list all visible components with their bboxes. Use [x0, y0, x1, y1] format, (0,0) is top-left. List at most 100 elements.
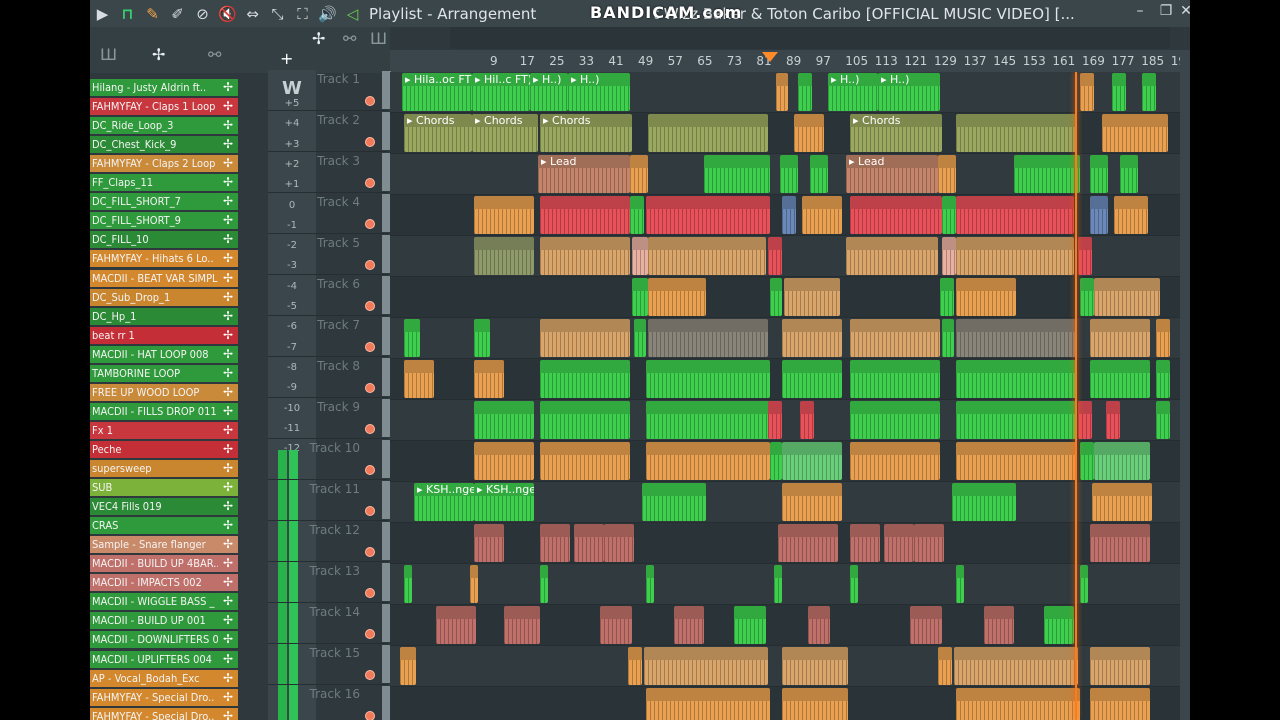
- channel-label[interactable]: DC_Ride_Loop_3: [90, 117, 218, 135]
- track-record-dot[interactable]: [365, 424, 375, 434]
- channel-wave-icon[interactable]: ✢: [218, 231, 238, 249]
- channel-wave-icon[interactable]: ✢: [218, 479, 238, 497]
- channel-row[interactable]: DC_FILL_SHORT_9 ✢: [90, 212, 242, 230]
- playlist-row[interactable]: [390, 646, 1180, 687]
- playlist-clip[interactable]: ▸ Lead: [538, 155, 630, 193]
- playlist-clip[interactable]: [540, 360, 630, 398]
- playlist-clip[interactable]: [704, 155, 770, 193]
- channel-row[interactable]: MACDII - BUILD UP 001 ✢: [90, 612, 242, 630]
- track-record-dot[interactable]: [365, 178, 375, 188]
- wave-icon-2[interactable]: ✢: [312, 29, 325, 48]
- channel-row[interactable]: MACDII - IMPACTS 002 ✢: [90, 574, 242, 592]
- playlist-clip[interactable]: [774, 565, 782, 603]
- playlist-clip[interactable]: [784, 278, 840, 316]
- channel-row[interactable]: FAHMYFAY - Hihats 6 Lo.. ✢: [90, 250, 242, 268]
- track-header[interactable]: Track 16: [268, 685, 391, 720]
- playlist-row[interactable]: ▸ KSH..nge ▸ KSH..nge: [390, 482, 1180, 523]
- playlist-clip[interactable]: [1044, 606, 1074, 644]
- track-record-dot[interactable]: [365, 629, 375, 639]
- playlist-clip[interactable]: [782, 196, 796, 234]
- channel-row[interactable]: DC_Ride_Loop_3 ✢: [90, 117, 242, 135]
- playlist-clip[interactable]: [798, 73, 812, 111]
- channel-label[interactable]: FF_Claps_11: [90, 174, 218, 192]
- playlist-clip[interactable]: [474, 442, 534, 480]
- paint-icon[interactable]: ✐: [165, 0, 190, 27]
- playlist-clip[interactable]: [474, 524, 504, 562]
- channel-label[interactable]: FREE UP WOOD LOOP: [90, 383, 218, 401]
- playlist-clip[interactable]: [884, 524, 914, 562]
- playlist-clip[interactable]: [1080, 442, 1094, 480]
- channel-label[interactable]: supersweep: [90, 460, 218, 477]
- channel-row[interactable]: FAHMYFAY - Claps 1 Loop ✢: [90, 98, 242, 116]
- channel-label[interactable]: MACDII - BEAT VAR SIMPL..: [90, 269, 218, 287]
- zoom-icon[interactable]: ⛶: [290, 0, 315, 27]
- playhead-marker[interactable]: [762, 52, 778, 62]
- channel-label[interactable]: DC_FILL_SHORT_7: [90, 193, 218, 211]
- playlist-clip[interactable]: [474, 196, 534, 234]
- playlist-clip[interactable]: [942, 319, 954, 357]
- grid-icon-2[interactable]: Ш: [370, 29, 387, 48]
- playlist-clip[interactable]: [474, 237, 534, 275]
- track-header[interactable]: Track 2: [268, 111, 391, 152]
- playlist-clip[interactable]: [952, 483, 1016, 521]
- playlist-clip[interactable]: [956, 688, 1080, 720]
- channel-wave-icon[interactable]: ✢: [218, 669, 238, 687]
- channel-row[interactable]: DC_Chest_Kick_9 ✢: [90, 136, 242, 154]
- channel-wave-icon[interactable]: ✢: [218, 440, 238, 458]
- playlist-row[interactable]: [390, 236, 1180, 277]
- playlist-clip[interactable]: [642, 483, 706, 521]
- playlist-clip[interactable]: [1078, 237, 1092, 275]
- playlist-clip[interactable]: [794, 114, 824, 152]
- track-header[interactable]: Track 1: [268, 70, 391, 111]
- playlist-clip[interactable]: [800, 401, 814, 439]
- playlist-clip[interactable]: [470, 565, 478, 603]
- channel-wave-icon[interactable]: ✢: [218, 98, 238, 116]
- playlist-clip[interactable]: [782, 360, 842, 398]
- playlist-clip[interactable]: [646, 565, 654, 603]
- playlist-clip[interactable]: [634, 319, 646, 357]
- playlist-clip[interactable]: ▸ H..): [878, 73, 940, 111]
- playlist-clip[interactable]: [850, 360, 940, 398]
- playlist-clip[interactable]: [1014, 155, 1080, 193]
- channel-row[interactable]: MACDII - DOWNLIFTERS 0.. ✢: [90, 631, 242, 649]
- playlist-clip[interactable]: [648, 319, 768, 357]
- playlist-clip[interactable]: [850, 524, 880, 562]
- channel-wave-icon[interactable]: ✢: [218, 707, 238, 720]
- playlist-clip[interactable]: [942, 196, 956, 234]
- channel-row[interactable]: SUB ✢: [90, 479, 242, 497]
- delete-icon[interactable]: ⊘: [190, 0, 215, 27]
- channel-wave-icon[interactable]: ✢: [218, 117, 238, 135]
- channel-row[interactable]: FF_Claps_11 ✢: [90, 174, 242, 192]
- playlist-clip[interactable]: [956, 319, 1076, 357]
- playlist-clip[interactable]: [646, 401, 770, 439]
- playlist-clip[interactable]: [574, 524, 604, 562]
- playlist-clip[interactable]: [1114, 196, 1148, 234]
- playlist-clip[interactable]: [540, 237, 630, 275]
- playlist-clip[interactable]: [734, 606, 766, 644]
- playlist-clip[interactable]: [956, 278, 1016, 316]
- track-header[interactable]: Track 8: [268, 357, 391, 398]
- playlist-clip[interactable]: [1142, 73, 1156, 111]
- channel-label[interactable]: beat rr 1: [90, 326, 218, 344]
- channel-wave-icon[interactable]: ✢: [218, 650, 238, 668]
- playlist-row[interactable]: [390, 318, 1180, 359]
- playlist-row[interactable]: [390, 441, 1180, 482]
- track-record-dot[interactable]: [365, 342, 375, 352]
- channel-wave-icon[interactable]: ✢: [218, 345, 238, 363]
- playlist-clip[interactable]: [850, 319, 940, 357]
- timeline-ruler[interactable]: 9 17 25 33 41 49 57 65 73 81 89 97 105 113 121 129 137 14…: [390, 50, 1190, 72]
- track-record-dot[interactable]: [365, 137, 375, 147]
- channel-label[interactable]: FAHMYFAY - Claps 2 Loop: [90, 155, 218, 173]
- playlist-clip[interactable]: [808, 606, 830, 644]
- playlist-clip[interactable]: [802, 196, 842, 234]
- playlist-clip[interactable]: ▸ Chords: [850, 114, 942, 152]
- playlist-clip[interactable]: [474, 319, 490, 357]
- channel-row[interactable]: MACDII - HAT LOOP 008 ✢: [90, 345, 242, 363]
- playlist-clip[interactable]: [404, 565, 412, 603]
- channel-wave-icon[interactable]: ✢: [218, 498, 238, 516]
- channel-row[interactable]: CRAS ✢: [90, 517, 242, 535]
- playlist-row[interactable]: ▸ Hila..oc FT) ▸ Hil..c FT) ▸ H..) ▸ H..) ▸ …: [390, 72, 1180, 113]
- magnet-icon[interactable]: ⊓: [115, 0, 140, 27]
- playlist-clip[interactable]: [956, 360, 1076, 398]
- channel-wave-icon[interactable]: ✢: [218, 136, 238, 154]
